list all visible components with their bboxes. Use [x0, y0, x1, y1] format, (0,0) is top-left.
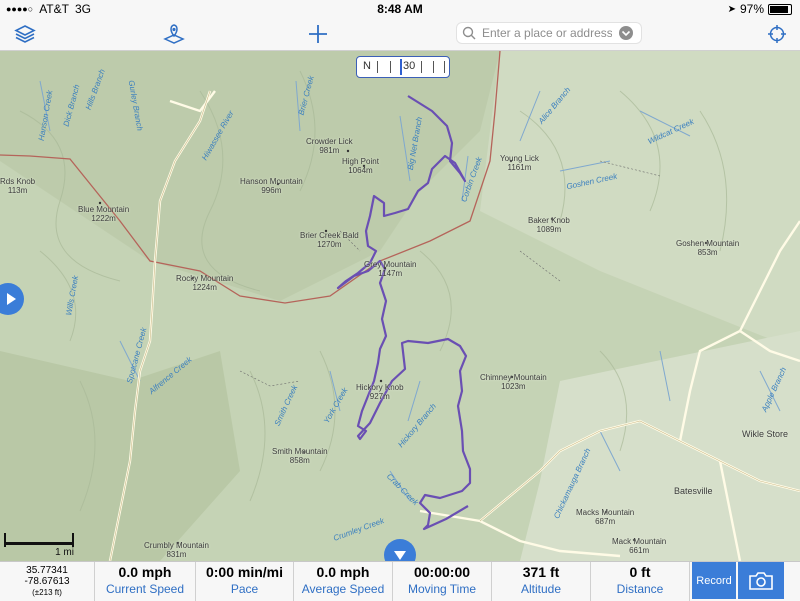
map-view[interactable]: Crowder Lick 981m High Point 1064m Young L…	[0, 51, 800, 561]
layers-icon	[14, 25, 36, 43]
status-time: 8:48 AM	[377, 2, 423, 16]
camera-icon	[749, 571, 773, 590]
stats-bar: 35.77341 -78.67613 (±213 ft) 0.0 mph Cur…	[0, 561, 800, 601]
battery-percent: 97%	[739, 2, 764, 16]
place-label: High Point 1064m	[342, 157, 379, 175]
battery-icon	[768, 3, 792, 15]
toolbar	[0, 18, 800, 51]
location-arrow-icon: ➤	[727, 3, 736, 15]
scale-label: 1 mi	[55, 547, 74, 558]
place-label: Chimney Mountain 1023m	[480, 373, 547, 391]
place-label: Blue Mountain 1222m	[78, 205, 130, 223]
stat-moving-time: 00:00:00 Moving Time	[393, 562, 492, 601]
locate-button[interactable]	[763, 20, 791, 48]
search-icon	[462, 26, 476, 40]
place-label: Young Lick 1161m	[500, 154, 539, 172]
heading-indicator[interactable]: N 30	[356, 56, 450, 78]
stat-average-speed: 0.0 mph Average Speed	[294, 562, 393, 601]
stat-current-speed: 0.0 mph Current Speed	[95, 562, 196, 601]
record-button[interactable]: Record	[692, 562, 736, 599]
chevron-down-icon[interactable]	[618, 25, 634, 41]
place-label: Crowder Lick 981m	[306, 137, 353, 155]
plus-icon	[309, 25, 327, 43]
status-bar: ●●●●○ AT&T 3G 8:48 AM ➤ 97%	[0, 0, 800, 18]
play-icon	[7, 293, 16, 305]
longitude: -78.67613	[24, 576, 70, 587]
place-label: Macks Mountain 687m	[576, 508, 635, 526]
place-label: Rocky Mountain 1224m	[176, 274, 234, 292]
heading-marker	[400, 59, 402, 75]
latitude: 35.77341	[26, 565, 68, 576]
place-label: Mack Mountain 661m	[612, 537, 667, 555]
coordinates: 35.77341 -78.67613 (±213 ft)	[0, 562, 95, 601]
search-bar[interactable]	[456, 22, 642, 44]
accuracy: (±213 ft)	[32, 588, 62, 597]
scale-bar: 1 mi	[4, 533, 74, 558]
place-label: Crumbly Mountain 831m	[144, 541, 209, 559]
place-label: Grey Mountain 1147m	[364, 260, 417, 278]
town-label: Wikle Store	[742, 429, 789, 439]
place-label: Brier Creek Bald 1270m	[300, 231, 359, 249]
place-label: Smith Mountain 858m	[272, 447, 328, 465]
search-input[interactable]	[480, 25, 614, 41]
camera-button[interactable]	[738, 562, 784, 599]
place-label: Hanson Mountain 996m	[240, 177, 303, 195]
map-pin-icon	[163, 24, 185, 44]
stat-pace: 0:00 min/mi Pace	[196, 562, 294, 601]
heading-direction: N	[363, 60, 371, 72]
place-label: Hickory Knob 927m	[356, 383, 404, 401]
stat-distance: 0 ft Distance	[591, 562, 690, 601]
heading-degrees: 30	[403, 60, 416, 72]
town-label: Batesville	[674, 486, 713, 496]
layers-button[interactable]	[11, 20, 39, 48]
place-label: Goshen Mountain 853m	[676, 239, 740, 257]
place-label: Baker Knob 1089m	[528, 216, 570, 234]
crosshair-icon	[768, 25, 786, 43]
add-button[interactable]	[304, 20, 332, 48]
stat-altitude: 371 ft Altitude	[492, 562, 591, 601]
map-pin-button[interactable]	[160, 20, 188, 48]
place-label: Rds Knob 113m	[0, 177, 36, 195]
triangle-down-icon	[394, 551, 406, 560]
